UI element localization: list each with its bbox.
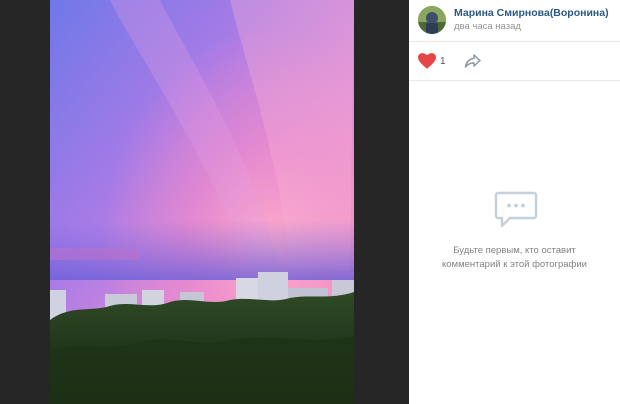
share-button[interactable] [464, 53, 482, 69]
heart-icon [418, 53, 436, 69]
actions-bar: 1 [409, 42, 620, 81]
no-comments-line-2: комментарий к этой фотографии [442, 259, 587, 270]
author-name-link[interactable]: Марина Смирнова(Воронина) [454, 7, 609, 19]
like-button[interactable]: 1 [418, 52, 446, 70]
no-comments-line-1: Будьте первым, кто оставит [453, 245, 576, 256]
comment-bubble-icon [494, 190, 538, 230]
avatar-image [418, 6, 446, 34]
avatar[interactable] [418, 6, 446, 34]
post-timestamp[interactable]: два часа назад [454, 21, 521, 32]
like-count: 1 [440, 55, 446, 67]
share-icon [464, 54, 481, 68]
sunset-photo-image [50, 0, 354, 404]
no-comments-message: Будьте первым, кто оставит комментарий к… [409, 244, 620, 272]
photo[interactable] [50, 0, 354, 404]
photo-sidebar: Марина Смирнова(Воронина) два часа назад… [409, 0, 620, 404]
photo-viewer [0, 0, 409, 404]
author-header: Марина Смирнова(Воронина) два часа назад [409, 0, 620, 42]
